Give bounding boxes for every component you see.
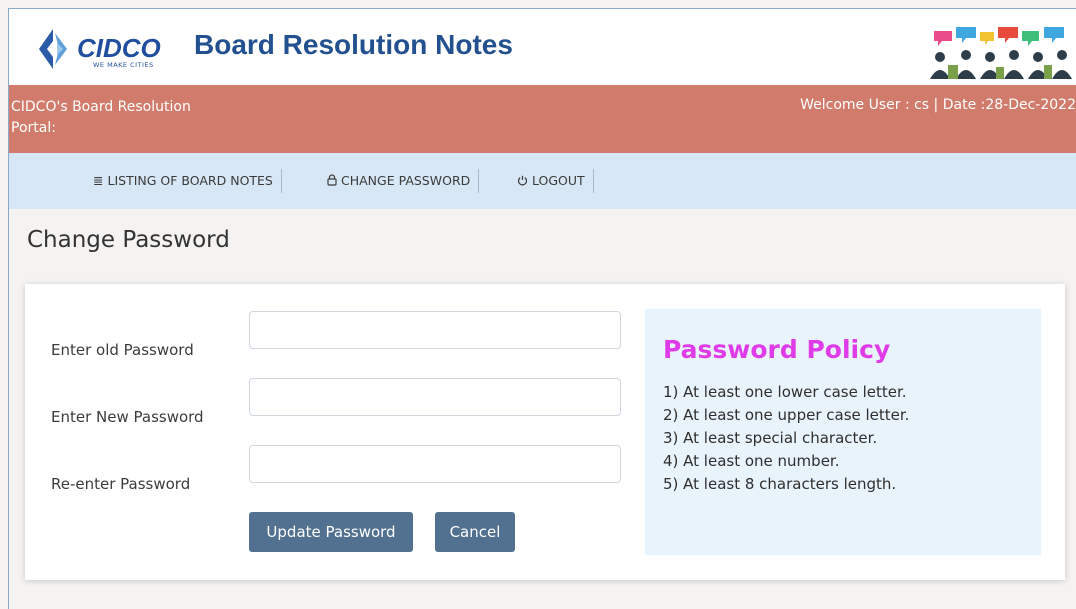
logo-tagline: WE MAKE CITIES xyxy=(93,61,154,69)
reenter-password-label: Re-enter Password xyxy=(51,475,191,493)
old-password-input[interactable] xyxy=(249,311,621,349)
nav-label: CHANGE PASSWORD xyxy=(341,173,471,188)
navbar: ≣ LISTING OF BOARD NOTES CHANGE PASSWORD … xyxy=(9,153,1076,209)
list-icon: ≣ xyxy=(93,173,104,188)
lock-icon xyxy=(327,169,337,193)
cidco-emblem-icon xyxy=(39,29,67,69)
power-icon xyxy=(517,169,528,193)
reenter-password-input[interactable] xyxy=(249,445,621,483)
password-policy-panel: Password Policy 1) At least one lower ca… xyxy=(645,309,1041,555)
cancel-button[interactable]: Cancel xyxy=(435,512,515,552)
cidco-logo: CIDCO WE MAKE CITIES xyxy=(27,21,167,77)
new-password-input[interactable] xyxy=(249,378,621,416)
app-title: Board Resolution Notes xyxy=(194,29,513,60)
update-password-button[interactable]: Update Password xyxy=(249,512,413,552)
portal-label: CIDCO's Board Resolution Portal: xyxy=(11,99,191,136)
nav-logout[interactable]: LOGOUT xyxy=(517,169,594,193)
page-title: Change Password xyxy=(27,227,230,253)
nav-label: LOGOUT xyxy=(532,173,585,188)
password-policy-list: 1) At least one lower case letter. 2) At… xyxy=(663,381,909,496)
logo-text: CIDCO xyxy=(77,33,161,63)
portal-banner: CIDCO's Board Resolution Portal: Welcome… xyxy=(9,85,1076,153)
old-password-label: Enter old Password xyxy=(51,341,194,359)
policy-rule: 5) At least 8 characters length. xyxy=(663,475,897,493)
policy-rule: 1) At least one lower case letter. xyxy=(663,383,907,401)
password-policy-title: Password Policy xyxy=(663,335,891,364)
nav-change-password[interactable]: CHANGE PASSWORD xyxy=(327,169,480,193)
header: CIDCO WE MAKE CITIES Board Resolution No… xyxy=(9,9,1076,85)
nav-label: LISTING OF BOARD NOTES xyxy=(107,173,273,188)
change-password-card: Enter old Password Enter New Password Re… xyxy=(25,284,1065,580)
policy-rule: 2) At least one upper case letter. xyxy=(663,406,910,424)
policy-rule: 3) At least special character. xyxy=(663,429,878,447)
discussion-people-icon xyxy=(926,23,1076,79)
policy-rule: 4) At least one number. xyxy=(663,452,840,470)
nav-listing-board-notes[interactable]: ≣ LISTING OF BOARD NOTES xyxy=(93,169,282,193)
welcome-user-date: Welcome User : cs | Date :28-Dec-2022 xyxy=(800,97,1076,113)
new-password-label: Enter New Password xyxy=(51,408,204,426)
app-frame: CIDCO WE MAKE CITIES Board Resolution No… xyxy=(8,8,1076,609)
